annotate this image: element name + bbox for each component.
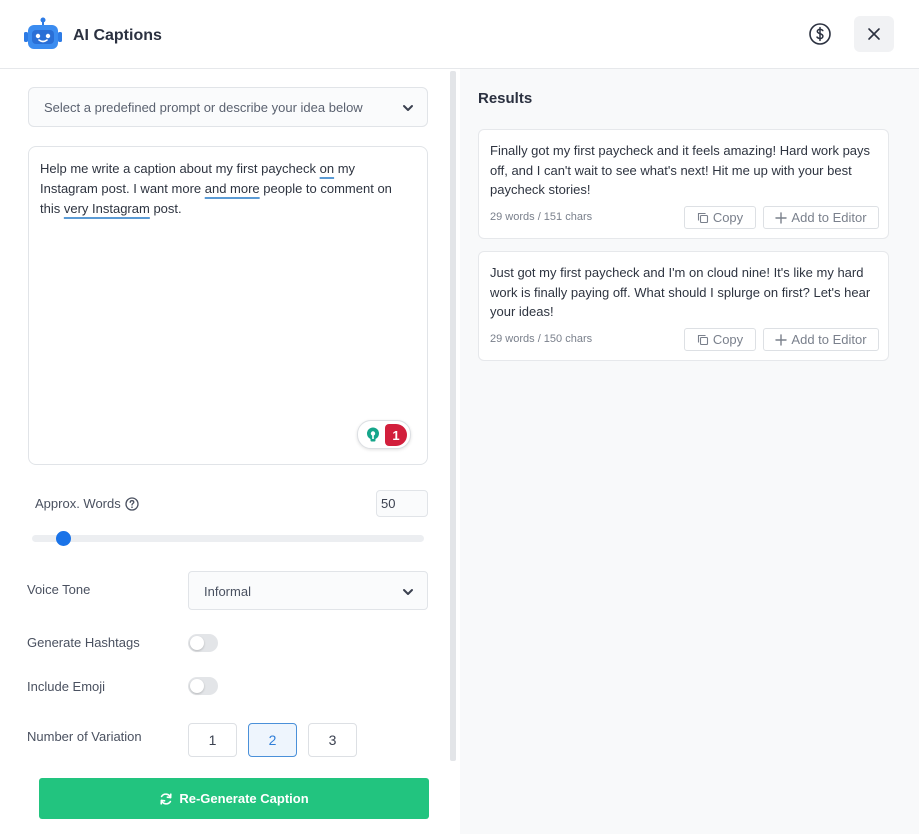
copy-icon <box>697 212 708 223</box>
plus-icon <box>775 333 788 346</box>
variation-option-2[interactable]: 2 <box>248 723 297 757</box>
add-to-editor-button[interactable]: Add to Editor <box>763 206 879 229</box>
approx-words-text: Approx. Words <box>35 496 121 511</box>
caption-form: Select a predefined prompt or describe y… <box>8 69 448 834</box>
refresh-icon <box>160 792 172 805</box>
result-meta: 29 words / 150 chars <box>490 333 593 345</box>
grammar-issue-count: 1 <box>385 424 407 446</box>
result-card: Just got my first paycheck and I'm on cl… <box>478 251 889 361</box>
variation-option-1[interactable]: 1 <box>188 723 237 757</box>
result-meta: 29 words / 151 chars <box>490 211 593 223</box>
app-title: AI Captions <box>73 27 162 44</box>
add-to-editor-label: Add to Editor <box>791 332 867 347</box>
slider-handle[interactable] <box>56 531 71 546</box>
hashtags-toggle[interactable] <box>188 634 218 652</box>
prompt-select-placeholder: Select a predefined prompt or describe y… <box>44 100 363 115</box>
approx-words-label: Approx. Words <box>35 496 139 511</box>
prompt-text[interactable]: Help me write a caption about my first p… <box>40 159 410 219</box>
results-panel: Results Finally got my first paycheck an… <box>460 69 919 834</box>
emoji-label: Include Emoji <box>27 679 106 694</box>
help-icon[interactable] <box>125 496 139 511</box>
credits-button[interactable] <box>808 22 832 46</box>
close-icon <box>868 28 880 40</box>
voice-tone-select[interactable]: Informal <box>188 571 428 610</box>
plus-icon <box>775 211 788 224</box>
result-text: Finally got my first paycheck and it fee… <box>490 143 871 197</box>
grammar-highlight[interactable]: very Instagram <box>64 201 150 216</box>
result-card: Finally got my first paycheck and it fee… <box>478 129 889 239</box>
chevron-down-icon <box>403 589 413 595</box>
hashtags-label: Generate Hashtags <box>27 635 140 650</box>
add-to-editor-label: Add to Editor <box>791 210 867 225</box>
copy-label: Copy <box>712 332 744 347</box>
copy-button[interactable]: Copy <box>684 328 756 351</box>
robot-icon <box>24 17 62 49</box>
prompt-segment: post. <box>149 201 182 216</box>
result-text: Just got my first paycheck and I'm on cl… <box>490 265 871 319</box>
toggle-knob <box>190 636 204 650</box>
variation-label: Number of Variation <box>27 729 142 744</box>
regenerate-label: Re-Generate Caption <box>179 791 309 806</box>
prompt-textarea[interactable]: Help me write a caption about my first p… <box>28 146 428 465</box>
header: AI Captions <box>0 0 919 69</box>
regenerate-caption-button[interactable]: Re-Generate Caption <box>39 778 429 819</box>
approx-words-input[interactable]: 50 <box>376 490 428 517</box>
grammar-checker-widget[interactable]: 1 <box>357 420 411 449</box>
close-button[interactable] <box>854 16 894 52</box>
toggle-knob <box>190 679 204 693</box>
grammar-highlight[interactable]: on <box>320 161 334 176</box>
approx-words-slider[interactable] <box>32 535 424 542</box>
emoji-toggle[interactable] <box>188 677 218 695</box>
prompt-select[interactable]: Select a predefined prompt or describe y… <box>28 87 428 127</box>
lightbulb-icon <box>367 427 379 442</box>
panel-scrollbar[interactable] <box>450 71 456 761</box>
prompt-segment: Help me write a caption about my first p… <box>40 161 320 176</box>
results-title: Results <box>478 90 533 107</box>
grammar-highlight[interactable]: and more <box>205 181 260 196</box>
voice-tone-value: Informal <box>204 584 251 599</box>
copy-label: Copy <box>712 210 744 225</box>
add-to-editor-button[interactable]: Add to Editor <box>763 328 879 351</box>
chevron-down-icon <box>403 105 413 111</box>
copy-button[interactable]: Copy <box>684 206 756 229</box>
dollar-circle-icon <box>809 23 831 45</box>
variation-option-3[interactable]: 3 <box>308 723 357 757</box>
voice-tone-label: Voice Tone <box>27 582 91 597</box>
copy-icon <box>697 334 708 345</box>
